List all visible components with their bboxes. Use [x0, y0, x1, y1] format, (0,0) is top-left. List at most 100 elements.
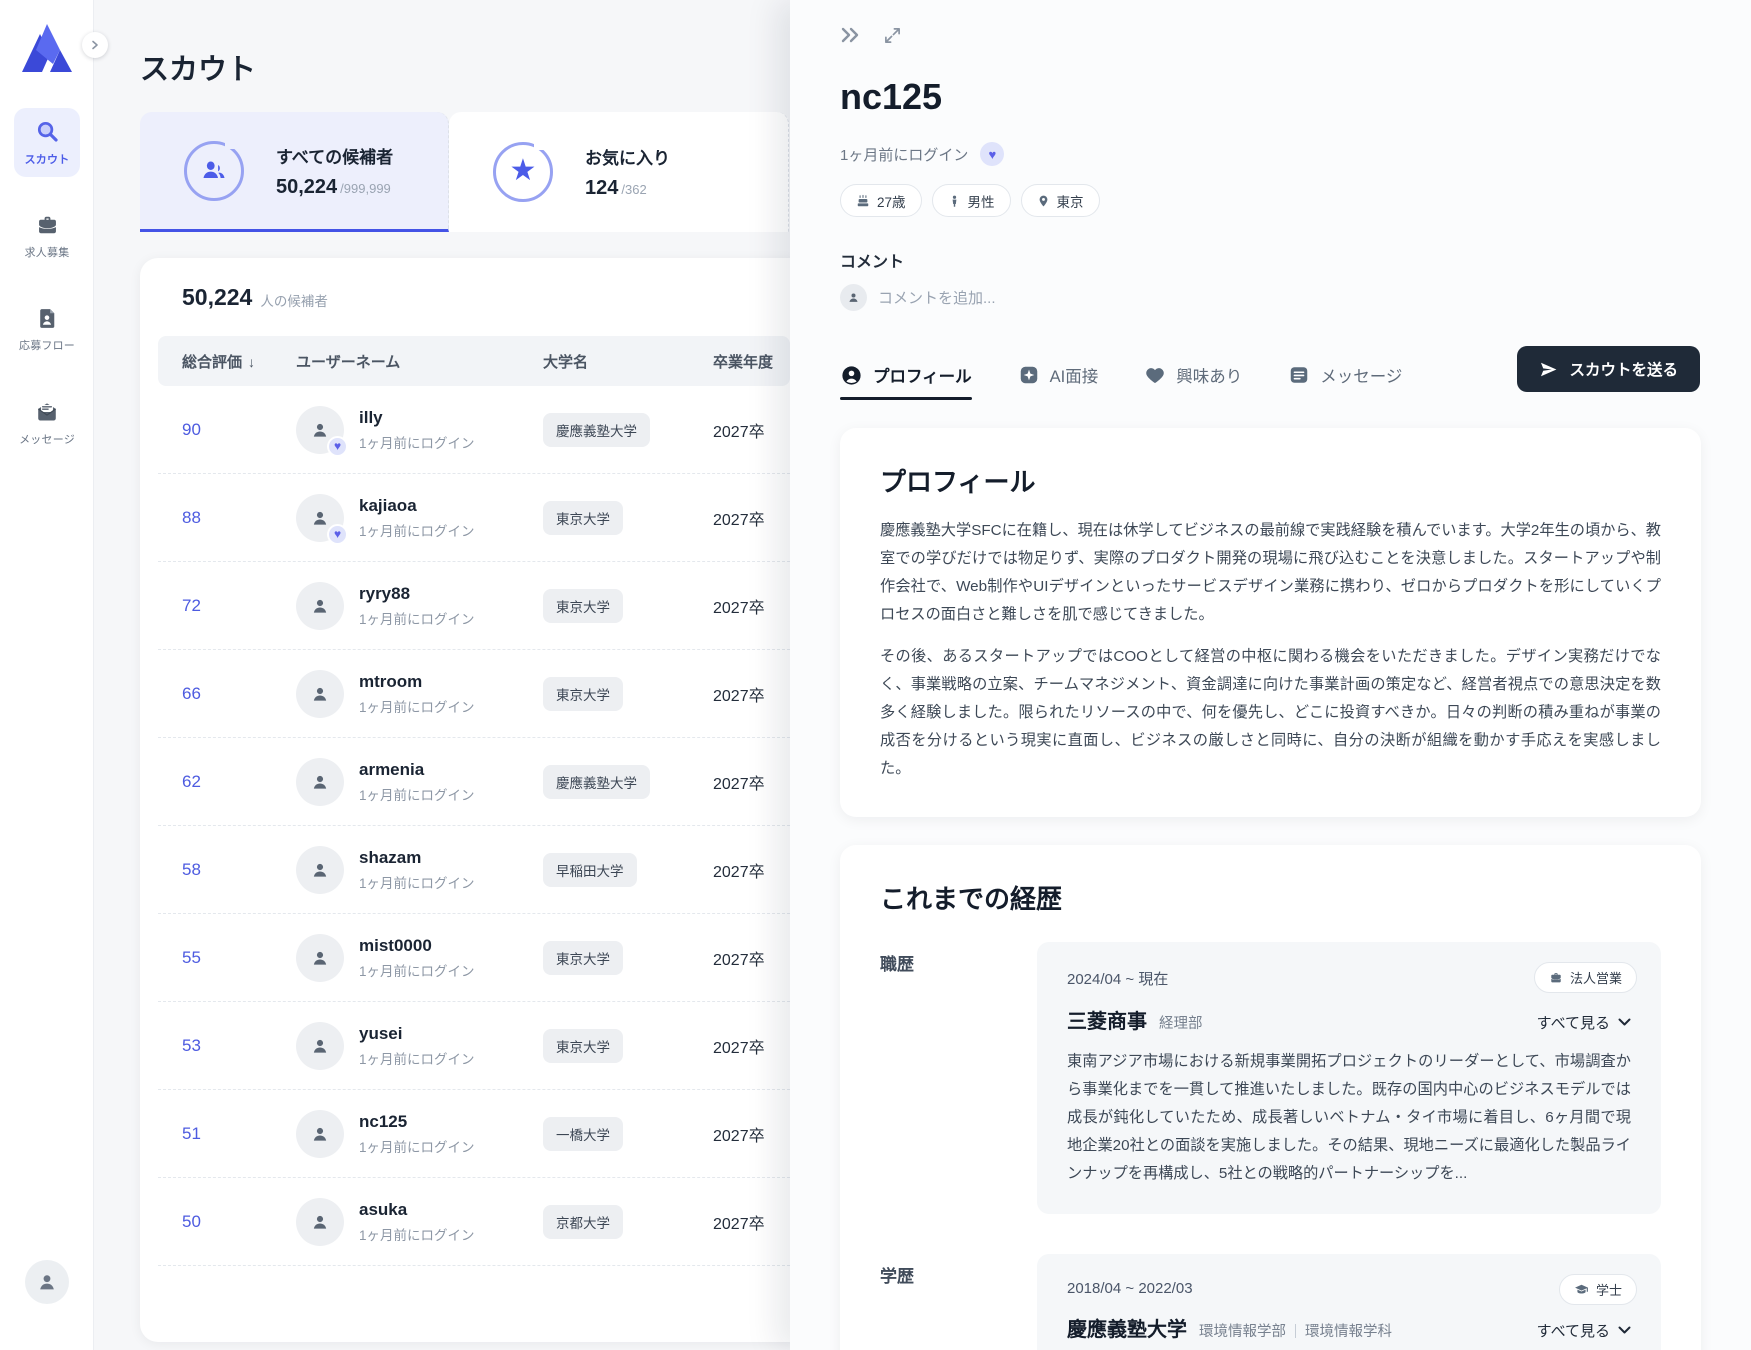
expand-panel-button[interactable]	[884, 27, 901, 44]
column-university[interactable]: 大学名	[543, 351, 713, 372]
school-name: 慶應義塾大学	[1067, 1313, 1187, 1342]
university-badge: 一橋大学	[543, 1117, 623, 1151]
person-icon	[310, 684, 330, 704]
tab-ai-interview[interactable]: AI面接	[1018, 352, 1099, 398]
applicant-document-icon	[35, 306, 60, 331]
column-username[interactable]: ユーザーネーム	[296, 351, 543, 372]
table-row[interactable]: 90 ♥ illy 1ヶ月前にログイン 慶應義塾大学 2027卒	[158, 386, 790, 474]
cake-icon	[856, 194, 870, 208]
sidebar-item-messages[interactable]: メッセージ	[14, 389, 80, 457]
tab-profile[interactable]: プロフィール	[840, 352, 972, 398]
avatar	[296, 670, 344, 718]
university-badge: 早稲田大学	[543, 853, 637, 887]
table-row[interactable]: 66 mtroom 1ヶ月前にログイン 東京大学 2027卒	[158, 650, 790, 738]
location-label: 東京	[1057, 191, 1084, 211]
candidate-username: illy	[359, 408, 475, 428]
table-row[interactable]: 88 ♥ kajiaoa 1ヶ月前にログイン 東京大学 2027卒	[158, 474, 790, 562]
ai-sparkle-icon	[1018, 364, 1040, 386]
column-score[interactable]: 総合評価↓	[182, 351, 296, 372]
tab-total: /362	[621, 182, 646, 197]
tab-label: AI面接	[1050, 363, 1099, 387]
chat-icon	[1288, 364, 1310, 386]
candidate-detail-panel: nc125 1ヶ月前にログイン ♥ 27歳 男性	[790, 0, 1751, 1350]
favorite-heart-icon[interactable]: ♥	[980, 142, 1004, 166]
tab-total: /999,999	[340, 181, 391, 196]
tab-favorites[interactable]: ★ お気に入り 124/362	[449, 112, 789, 232]
table-row[interactable]: 72 ryry88 1ヶ月前にログイン 東京大学 2027卒	[158, 562, 790, 650]
see-all-education-link[interactable]: すべて見る	[1537, 1320, 1631, 1341]
candidate-username: nc125	[359, 1112, 475, 1132]
detail-tabs: プロフィール AI面接 興味あり メッセージ	[840, 352, 1402, 398]
candidate-last-login: 1ヶ月前にログイン	[359, 520, 475, 540]
person-icon	[310, 860, 330, 880]
person-icon	[310, 1036, 330, 1056]
send-scout-button[interactable]: スカウトを送る	[1517, 346, 1700, 392]
candidate-username: shazam	[359, 848, 475, 868]
tab-message[interactable]: メッセージ	[1288, 352, 1402, 398]
work-description: 東南アジア市場における新規事業開拓プロジェクトのリーダーとして、市場調査から事業…	[1067, 1048, 1631, 1188]
person-icon	[310, 596, 330, 616]
sidebar-item-application-flow[interactable]: 応募フロー	[14, 296, 80, 363]
person-icon	[948, 194, 961, 208]
job-category-label: 法人営業	[1570, 968, 1622, 987]
candidate-username: asuka	[359, 1200, 475, 1220]
sidebar-item-label: 求人募集	[25, 244, 70, 260]
table-row[interactable]: 58 shazam 1ヶ月前にログイン 早稲田大学 2027卒	[158, 826, 790, 914]
grad-year: 2027卒	[713, 1210, 790, 1234]
candidate-last-login: 1ヶ月前にログイン	[359, 784, 475, 804]
candidate-score: 88	[182, 508, 296, 528]
gender-badge: 男性	[932, 184, 1011, 217]
education-entry: 2018/04 ~ 2022/03 学士 慶應義塾大学 環境情報学部環境情報学科	[1037, 1254, 1661, 1350]
avatar	[296, 934, 344, 982]
candidate-username: yusei	[359, 1024, 475, 1044]
tab-interested[interactable]: 興味あり	[1144, 352, 1242, 398]
table-row[interactable]: 51 nc125 1ヶ月前にログイン 一橋大学 2027卒	[158, 1090, 790, 1178]
sidebar-item-jobs[interactable]: 求人募集	[14, 203, 80, 270]
table-row[interactable]: 53 yusei 1ヶ月前にログイン 東京大学 2027卒	[158, 1002, 790, 1090]
table-row[interactable]: 50 asuka 1ヶ月前にログイン 京都大学 2027卒	[158, 1178, 790, 1266]
search-icon	[34, 118, 61, 145]
tab-all-candidates[interactable]: すべての候補者 50,224/999,999	[140, 112, 449, 232]
send-icon	[1539, 360, 1558, 379]
candidate-score: 58	[182, 860, 296, 880]
location-badge: 東京	[1021, 184, 1100, 217]
user-avatar[interactable]	[25, 1260, 69, 1304]
see-all-work-link[interactable]: すべて見る	[1537, 1012, 1631, 1033]
app-logo	[20, 20, 74, 76]
heart-icon	[1144, 364, 1166, 386]
tab-label: 興味あり	[1176, 363, 1242, 387]
candidate-last-login: 1ヶ月前にログイン	[359, 432, 475, 452]
candidate-score: 51	[182, 1124, 296, 1144]
chevron-right-icon	[90, 40, 100, 50]
table-row[interactable]: 55 mist0000 1ヶ月前にログイン 東京大学 2027卒	[158, 914, 790, 1002]
department-name: 経理部	[1159, 1012, 1203, 1033]
candidate-score: 72	[182, 596, 296, 616]
add-comment-field[interactable]: コメントを追加...	[840, 284, 996, 311]
grad-year: 2027卒	[713, 770, 790, 794]
grad-year: 2027卒	[713, 858, 790, 882]
profile-paragraph: 慶應義塾大学SFCに在籍し、現在は休学してビジネスの最前線で実践経験を積んでいま…	[880, 517, 1661, 629]
tab-count: 124	[585, 177, 618, 199]
column-grad-year[interactable]: 卒業年度	[713, 351, 790, 372]
avatar: ♥	[296, 406, 344, 454]
table-row[interactable]: 62 armenia 1ヶ月前にログイン 慶應義塾大学 2027卒	[158, 738, 790, 826]
grad-year: 2027卒	[713, 1122, 790, 1146]
university-badge: 東京大学	[543, 941, 623, 975]
sidebar-item-scout[interactable]: スカウト	[14, 108, 80, 177]
sidebar-expand-button[interactable]	[82, 32, 108, 58]
avatar	[296, 846, 344, 894]
people-icon	[199, 156, 229, 186]
faculty-name: 環境情報学部環境情報学科	[1199, 1320, 1392, 1341]
send-scout-label: スカウトを送る	[1569, 358, 1678, 380]
company-name: 三菱商事	[1067, 1005, 1147, 1034]
degree-badge: 学士	[1559, 1274, 1637, 1305]
sidebar-item-label: 応募フロー	[19, 337, 75, 353]
progress-ring	[184, 141, 244, 201]
comment-section-title: コメント	[840, 248, 904, 272]
candidate-score: 90	[182, 420, 296, 440]
collapse-panel-button[interactable]	[840, 26, 862, 44]
double-chevron-right-icon	[840, 26, 862, 44]
sidebar-item-label: スカウト	[25, 151, 70, 167]
chevron-down-icon	[1618, 1018, 1631, 1027]
age-badge: 27歳	[840, 184, 922, 217]
